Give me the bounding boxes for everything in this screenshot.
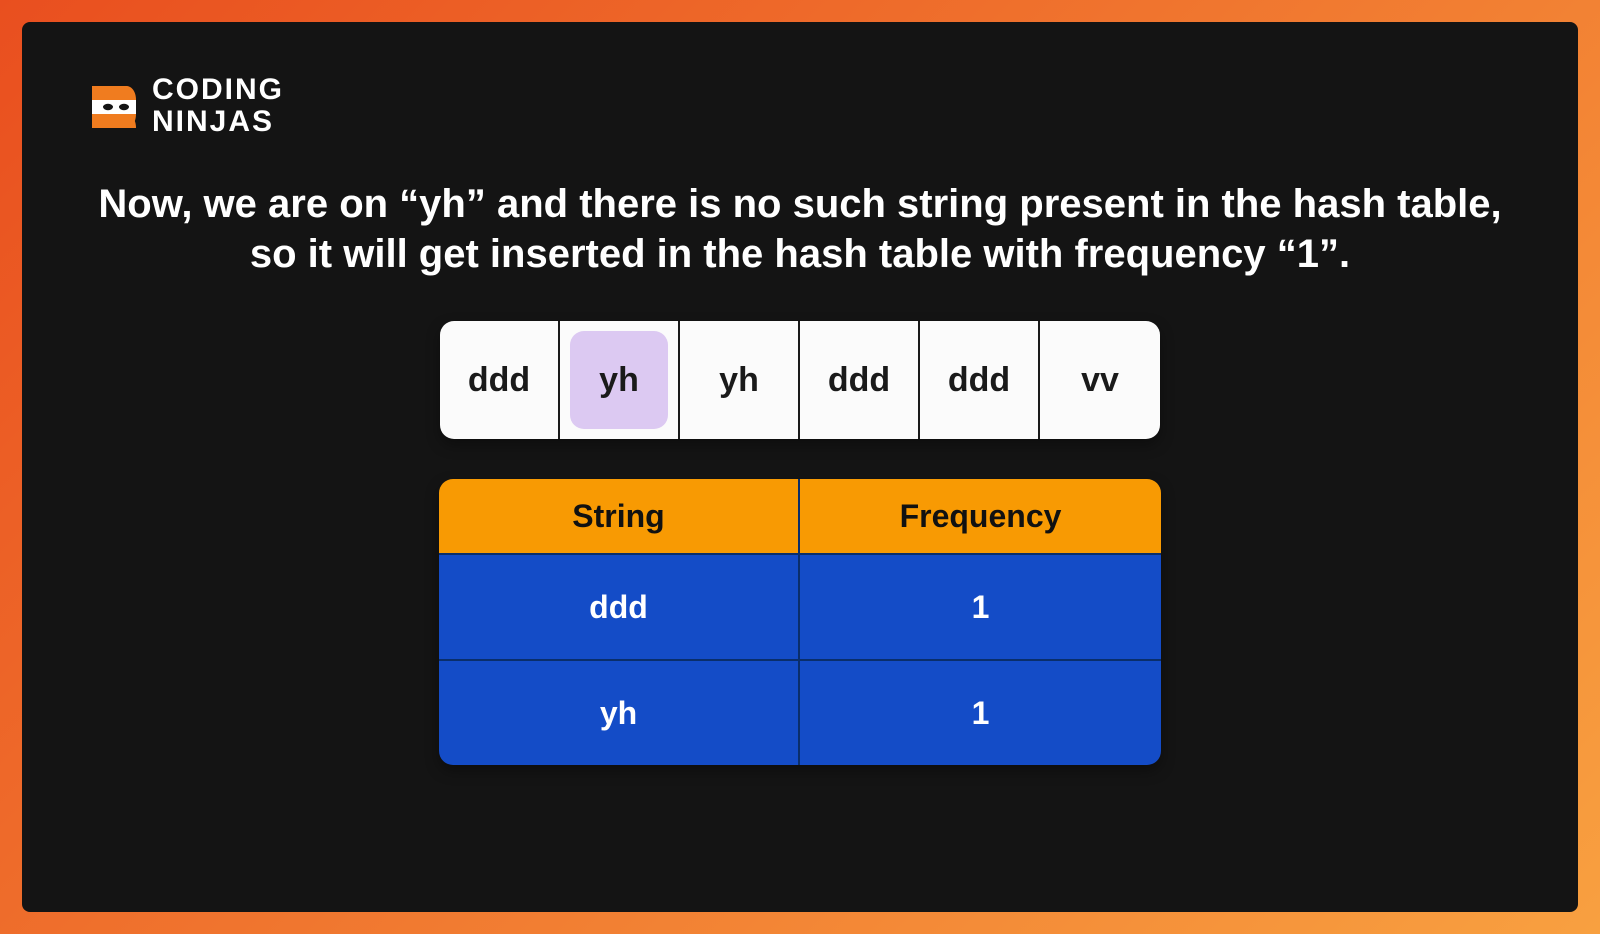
array-cell: ddd	[800, 321, 920, 439]
hash-table: String Frequency ddd1yh1	[82, 479, 1518, 765]
table-row: ddd1	[439, 553, 1161, 659]
input-array: ddd yh yh ddd ddd vv	[82, 321, 1518, 439]
table-cell-string: yh	[439, 661, 800, 765]
table-row: yh1	[439, 659, 1161, 765]
table-cell-frequency: 1	[800, 661, 1161, 765]
brand-line-1: CODING	[152, 74, 284, 106]
table-cell-string: ddd	[439, 555, 800, 659]
slide-frame: CODING NINJAS Now, we are on “yh” and th…	[22, 22, 1578, 912]
array-cell-label: ddd	[948, 361, 1010, 400]
array-cell: ddd	[920, 321, 1040, 439]
array-cell-label: yh	[599, 361, 639, 400]
array-cell-label: vv	[1081, 361, 1119, 400]
array-cell: ddd	[440, 321, 560, 439]
brand-logo: CODING NINJAS	[82, 74, 1518, 137]
table-header-string: String	[439, 479, 800, 553]
array-cell-label: yh	[719, 361, 759, 400]
table-header-frequency: Frequency	[800, 479, 1161, 553]
explanation-text: Now, we are on “yh” and there is no such…	[90, 179, 1510, 279]
ninja-icon	[82, 78, 138, 134]
brand-text: CODING NINJAS	[152, 74, 284, 137]
array-cell: yh	[560, 321, 680, 439]
array-cell: vv	[1040, 321, 1160, 439]
array-cell-label: ddd	[468, 361, 530, 400]
table-cell-frequency: 1	[800, 555, 1161, 659]
array-cell: yh	[680, 321, 800, 439]
table-header-row: String Frequency	[439, 479, 1161, 553]
array-cell-label: ddd	[828, 361, 890, 400]
brand-line-2: NINJAS	[152, 106, 284, 138]
